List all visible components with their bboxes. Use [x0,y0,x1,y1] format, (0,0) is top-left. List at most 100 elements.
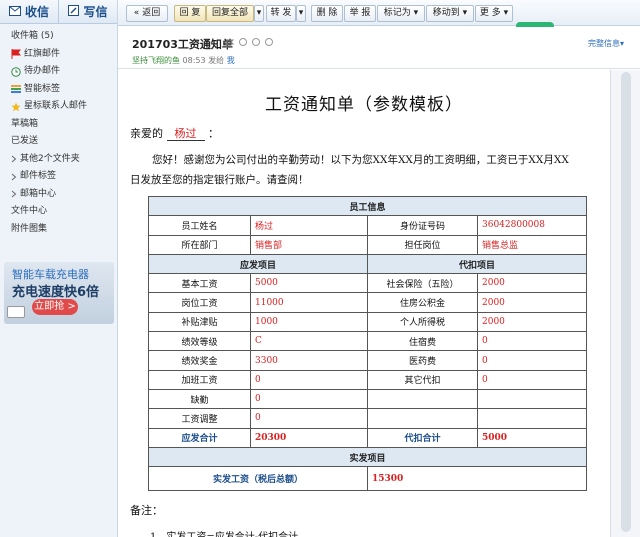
envelope-icon [8,5,21,19]
chevron-down-icon: ▾ [462,8,468,18]
sidebar-item[interactable]: 邮件标签 [0,168,117,186]
payable-item-value: 1000 [250,311,368,333]
sender-name[interactable]: 坚持飞翔的鱼 [132,56,180,65]
withhold-header: 代扣项目 [366,253,588,275]
position-value: 销售总监 [476,234,588,255]
net-value: 15300 [366,466,588,492]
back-button[interactable]: « 返回 [126,5,168,22]
chevron-right-icon [11,189,17,199]
sidebar-item[interactable]: 邮箱中心 [0,186,117,204]
info-icon[interactable] [265,38,273,46]
withhold-item-label: 医药费 [367,350,478,371]
ad-line2: 充电速度快6倍 [12,285,100,300]
reply-button[interactable]: 回 复 [174,5,206,22]
withhold-item-value [476,388,588,410]
sidebar-item[interactable]: 附件图集 [0,221,117,239]
sidebar-item-label: 其他2个文件夹 [20,153,80,164]
payslip-table: 员工信息 员工姓名 杨过 身份证号码 36042800008 所在部门 销售部 … [147,195,588,492]
report-button[interactable]: 举 报 [344,5,376,22]
sidebar-item[interactable]: 待办邮件 [0,63,117,81]
sidebar-item-label: 邮件标签 [20,171,57,181]
sidebar-item[interactable]: 智能标签 [0,81,117,99]
payable-item-value: 0 [250,408,368,429]
recipient-name[interactable]: 我 [227,56,235,65]
sidebar-item[interactable]: 已发送 [0,133,117,151]
payable-item-label: 绩效奖金 [148,350,251,371]
compose-button[interactable]: 写信 [58,0,117,23]
more-dropdown[interactable]: 更 多 ▾ [475,5,513,22]
reply-options-chevron-icon[interactable]: ▾ [254,5,264,22]
payable-item-label: 工资调整 [148,408,251,429]
ad-button[interactable]: 立即抢 > [32,299,78,315]
more-label: 更 多 [479,8,501,18]
sidebar-item-label: 附件图集 [11,223,48,234]
payable-item-value: 0 [250,388,368,410]
tag-icon [11,84,21,94]
net-header: 实发项目 [147,446,588,468]
sidebar-item-label: 草稿箱 [11,118,39,129]
payable-item-label: 加班工资 [148,369,251,390]
sidebar-item[interactable]: 收件箱 (5) [0,28,117,46]
clock-icon[interactable] [239,38,247,46]
payable-item-value: 0 [250,369,368,390]
sidebar-item-label: 星标联系人邮件 [24,101,88,111]
name-value: 杨过 [250,215,368,236]
sidebar-item[interactable]: 草稿箱 [0,116,117,134]
payable-item-label: 岗位工资 [148,292,251,313]
ad-banner[interactable]: 智能车载充电器 充电速度快6倍 立即抢 > [4,262,114,324]
sidebar-item[interactable]: 红旗邮件 [0,46,117,64]
table-row: 员工姓名 杨过 身份证号码 36042800008 [148,215,588,236]
payable-item-label: 基本工资 [148,273,251,294]
withhold-item-label [367,388,478,410]
pencil-icon [68,4,80,19]
print-icon[interactable] [252,38,260,46]
flag-icon[interactable] [226,38,235,48]
reply-all-button[interactable]: 回复全部 [206,5,254,22]
table-row: 实发工资（税后总额） 15300 [148,466,588,492]
mark-as-label: 标记为 [383,8,411,18]
chevron-down-icon: ▾ [413,8,419,18]
sidebar-item-label: 文件中心 [11,206,48,216]
scrollbar-thumb[interactable] [621,72,631,532]
move-to-dropdown[interactable]: 移动到 ▾ [426,5,474,22]
note-label: 备注： [130,504,163,517]
sidebar-item-label: 待办邮件 [24,66,61,76]
forward-button[interactable]: 转 发 [266,5,296,22]
withhold-item-value: 2000 [476,311,588,333]
chevron-right-icon [11,154,17,164]
greeting-text: 亲爱的 [130,127,163,140]
table-row: 工资调整 0 [148,408,588,429]
position-label: 担任岗位 [367,234,478,255]
sidebar-item[interactable]: 文件中心 [0,203,117,221]
mark-as-dropdown[interactable]: 标记为 ▾ [377,5,425,22]
mail-header: 201703工资通知单 坚持飞翔的鱼 08:53 发给 我 完整信息▾ [118,27,640,69]
sidebar-item[interactable]: 星标联系人邮件 [0,98,117,116]
payable-item-label: 缺勤 [148,388,251,410]
forward-options-chevron-icon[interactable]: ▾ [296,5,306,22]
withhold-item-label: 个人所得税 [367,311,478,333]
payable-item-label: 补贴津贴 [148,311,251,333]
clock-icon [11,67,21,77]
payable-item-value: 5000 [250,273,368,294]
scrollbar[interactable] [610,70,640,537]
table-row: 应发合计 20300 代扣合计 5000 [148,427,588,448]
detail-info-link[interactable]: 完整信息▾ [588,38,624,49]
withhold-item-value: 0 [476,331,588,352]
sidebar-item[interactable]: 其他2个文件夹 [0,151,117,169]
table-row: 绩效奖金 3300 医药费 0 [148,350,588,371]
delete-button[interactable]: 删 除 [311,5,343,22]
greeting-name: 杨过 [166,127,205,141]
payable-item-value: C [250,331,368,352]
receive-mail-button[interactable]: 收信 [0,0,58,23]
net-label: 实发工资（税后总额） [148,466,368,492]
withhold-item-label: 社会保险（五险） [367,273,478,294]
withhold-item-value [476,408,588,429]
note-line-1: 1．实发工资=应发合计-代扣合计 [150,528,298,537]
detail-info-label: 完整信息 [587,39,620,48]
back-label: 返回 [142,8,161,18]
folder-list: 收件箱 (5) 红旗邮件 待办邮件 智能标签 星标联系人邮件 草稿箱 已发送 其他2个文件夹邮… [0,24,117,238]
payable-total-value: 20300 [250,427,368,448]
table-row: 应发项目 代扣项目 [148,253,588,275]
mail-subject: 201703工资通知单 [132,38,233,51]
red-flag-icon [11,49,22,60]
